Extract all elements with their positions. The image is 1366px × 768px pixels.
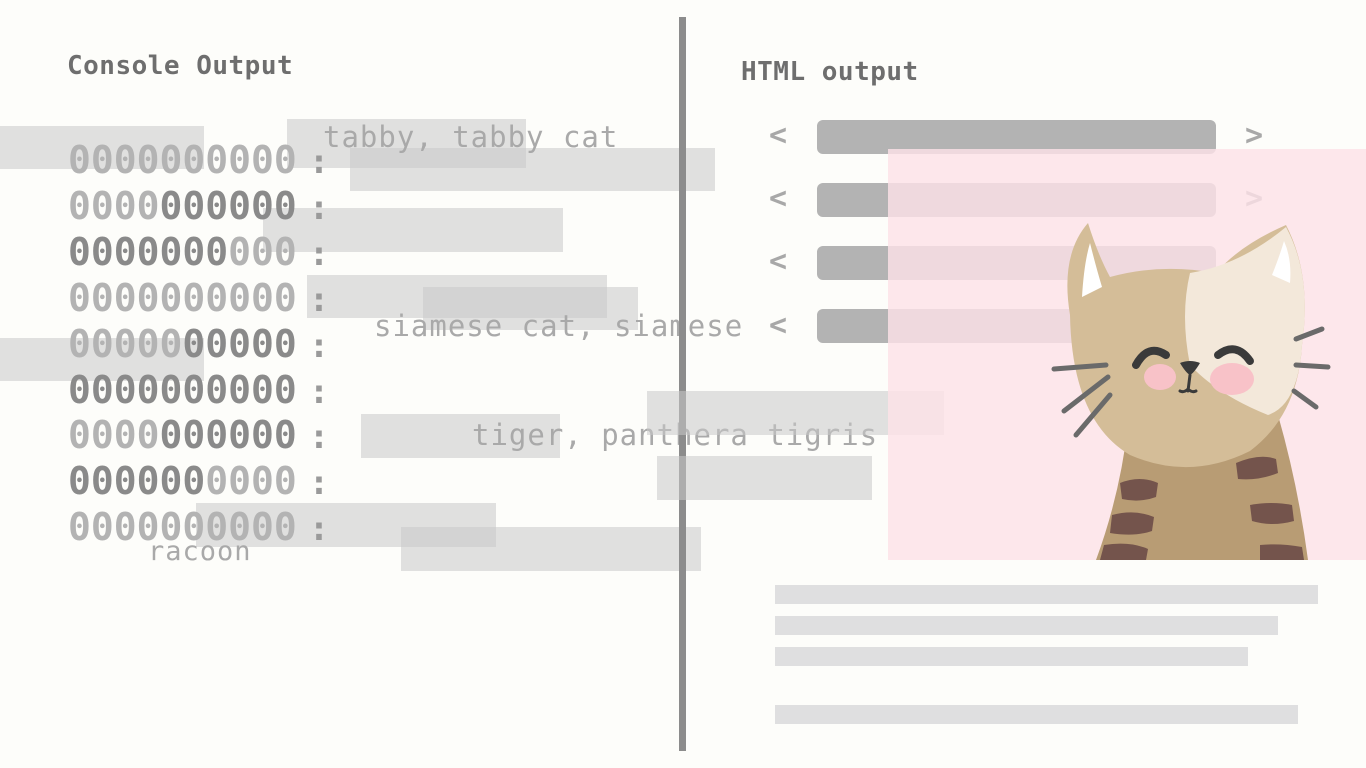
console-row: 0000000000: xyxy=(68,322,330,366)
console-row: 0000000000: xyxy=(68,230,330,274)
cat-illustration xyxy=(1051,223,1331,560)
console-row: 0000000000: xyxy=(68,413,330,457)
ghost-box xyxy=(401,527,701,571)
text-line xyxy=(775,647,1248,666)
ghost-box xyxy=(657,456,872,500)
left-chevron-icon: < xyxy=(769,181,788,216)
console-title: Console Output xyxy=(67,51,294,81)
right-chevron-icon: > xyxy=(1245,118,1264,153)
text-line xyxy=(775,705,1298,724)
text-line xyxy=(775,616,1278,635)
text-line xyxy=(775,585,1318,604)
console-row: 0000000000: xyxy=(68,459,330,503)
ghost-box xyxy=(350,148,715,191)
console-row: 0000000000: xyxy=(68,138,330,182)
label-siamese: siamese cat, siamese xyxy=(374,309,744,343)
left-chevron-icon: < xyxy=(769,244,788,279)
left-chevron-icon: < xyxy=(769,118,788,153)
console-row: 0000000000: xyxy=(68,368,330,412)
label-tabby: tabby, tabby cat xyxy=(323,120,619,154)
console-row: 0000000000: xyxy=(68,276,330,320)
console-row: 0000000000: xyxy=(68,184,330,228)
left-chevron-icon: < xyxy=(769,308,788,343)
label-racoon: racoon xyxy=(148,536,252,567)
html-output-title: HTML output xyxy=(741,57,919,87)
divider xyxy=(679,17,686,751)
